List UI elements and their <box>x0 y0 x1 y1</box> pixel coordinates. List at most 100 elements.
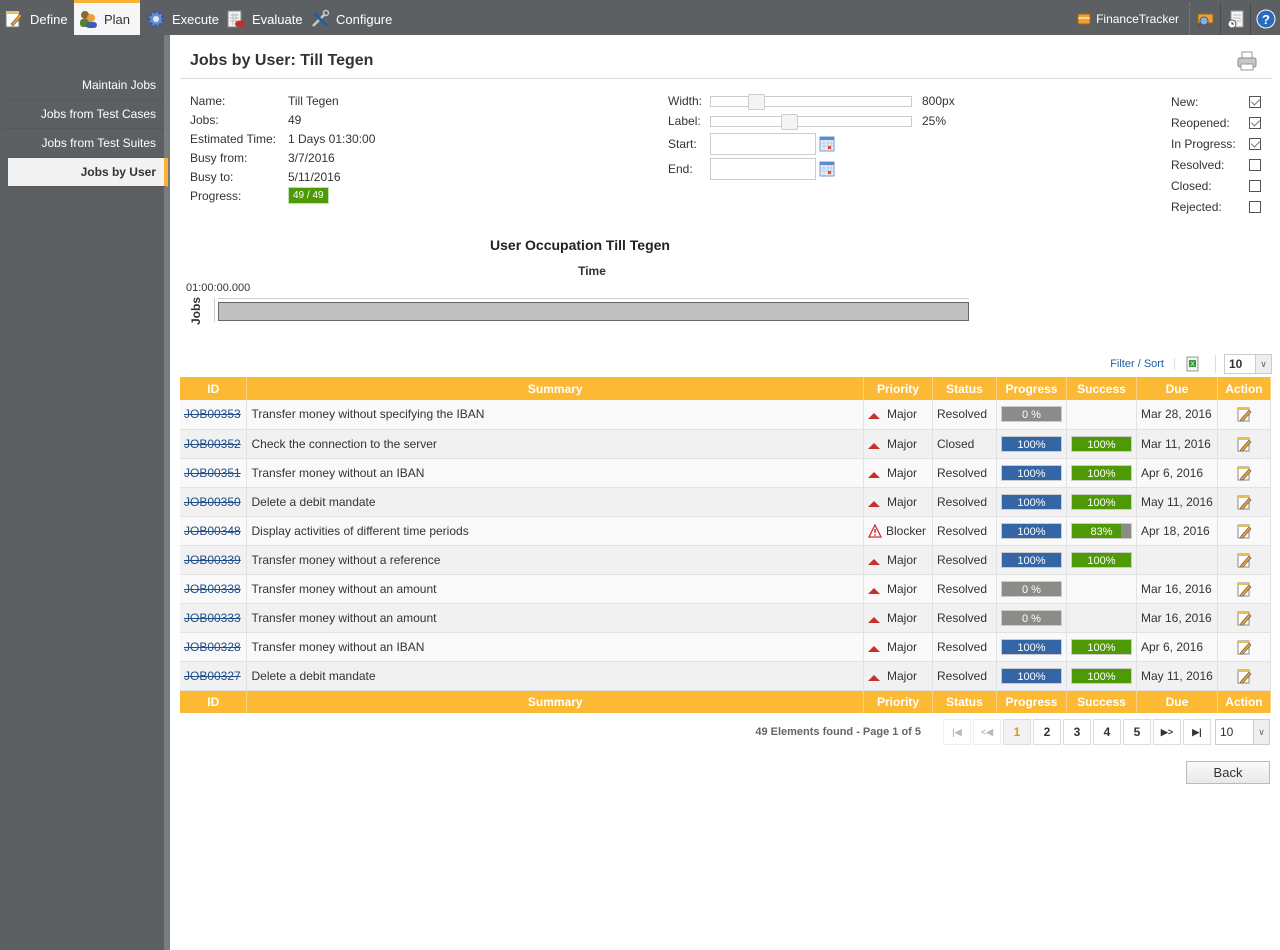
page-title: Jobs by User: Till Tegen <box>190 52 374 69</box>
cell-due: Mar 16, 2016 <box>1136 574 1218 604</box>
print-icon[interactable] <box>1236 50 1258 72</box>
job-id-link[interactable]: JOB00348 <box>184 524 241 538</box>
filter-checkbox[interactable] <box>1249 137 1261 150</box>
job-id-link[interactable]: JOB00338 <box>184 582 241 596</box>
cell-status: Resolved <box>932 545 997 575</box>
edit-icon[interactable] <box>1236 436 1252 452</box>
tab-configure[interactable]: Configure <box>306 3 398 35</box>
project-selector[interactable]: FinanceTracker <box>1067 3 1190 35</box>
cell-summary: Transfer money without an amount <box>246 603 864 633</box>
filter-checkbox[interactable] <box>1249 200 1261 213</box>
cell-success <box>1066 400 1137 430</box>
table-row: JOB00348 Display activities of different … <box>180 516 1272 546</box>
next-page-button[interactable]: ▶> <box>1153 719 1181 745</box>
column-header-id[interactable]: ID <box>180 377 248 400</box>
page-button-2[interactable]: 2 <box>1033 719 1061 745</box>
edit-icon[interactable] <box>1236 406 1252 422</box>
back-button[interactable]: Back <box>1186 761 1270 784</box>
tab-plan[interactable]: Plan <box>74 0 140 35</box>
job-id-link[interactable]: JOB00350 <box>184 495 241 509</box>
tab-evaluate[interactable]: Evaluate <box>222 3 309 35</box>
tab-define[interactable]: Define <box>0 3 74 35</box>
column-footer-summary[interactable]: Summary <box>246 690 864 713</box>
cell-status: Closed <box>932 429 997 459</box>
report-button[interactable] <box>1220 3 1250 35</box>
column-footer-success[interactable]: Success <box>1066 690 1137 713</box>
configure-tools-icon <box>312 9 330 28</box>
job-id-link[interactable]: JOB00328 <box>184 640 241 654</box>
last-page-button[interactable]: ▶| <box>1183 719 1211 745</box>
chart-controls: Width: 800px Label: 25% Start: End: <box>668 91 955 181</box>
page-button-1[interactable]: 1 <box>1003 719 1031 745</box>
chart-y-axis <box>214 298 215 322</box>
column-header-status[interactable]: Status <box>932 377 997 400</box>
width-slider-thumb[interactable] <box>747 93 765 110</box>
job-id-link[interactable]: JOB00351 <box>184 466 241 480</box>
edit-icon[interactable] <box>1236 494 1252 510</box>
column-footer-due[interactable]: Due <box>1136 690 1218 713</box>
column-footer-status[interactable]: Status <box>932 690 997 713</box>
column-footer-id[interactable]: ID <box>180 690 248 713</box>
edit-icon[interactable] <box>1236 668 1252 684</box>
page-button-3[interactable]: 3 <box>1063 719 1091 745</box>
priority-major-icon <box>868 413 880 420</box>
column-header-progress[interactable]: Progress <box>996 377 1067 400</box>
edit-icon[interactable] <box>1236 610 1252 626</box>
width-slider[interactable] <box>710 93 912 110</box>
prev-page-button[interactable]: <◀ <box>973 719 1001 745</box>
edit-icon[interactable] <box>1236 465 1252 481</box>
start-date-input[interactable] <box>710 132 816 155</box>
page-button-5[interactable]: 5 <box>1123 719 1151 745</box>
job-id-link[interactable]: JOB00353 <box>184 407 241 421</box>
page-size-select-top[interactable]: 10 ∨ <box>1224 354 1272 374</box>
column-footer-progress[interactable]: Progress <box>996 690 1067 713</box>
end-date-input[interactable] <box>710 157 816 180</box>
filter-checkbox[interactable] <box>1249 158 1261 171</box>
excel-export-icon[interactable]: X <box>1185 356 1201 372</box>
column-header-due[interactable]: Due <box>1136 377 1218 400</box>
sidebar-item-jobs-from-test-cases[interactable]: Jobs from Test Cases <box>4 100 164 129</box>
label-slider[interactable] <box>710 113 912 130</box>
sidebar-item-jobs-by-user[interactable]: Jobs by User <box>8 158 168 187</box>
filter-sort-link[interactable]: Filter / Sort <box>1110 358 1175 370</box>
priority-major-icon <box>868 442 880 449</box>
job-id-link[interactable]: JOB00333 <box>184 611 241 625</box>
project-search-button[interactable] <box>1190 3 1220 35</box>
cell-summary: Delete a debit mandate <box>246 661 864 691</box>
edit-icon[interactable] <box>1236 581 1252 597</box>
cell-progress: 100% <box>996 545 1067 575</box>
table-row: JOB00327 Delete a debit mandate Major Resol… <box>180 661 1272 691</box>
page-size-select-bottom[interactable]: 10 ∨ <box>1215 719 1270 745</box>
edit-icon[interactable] <box>1236 552 1252 568</box>
job-id-link[interactable]: JOB00327 <box>184 669 241 683</box>
calendar-icon[interactable] <box>819 136 835 152</box>
priority-label: Blocker <box>886 523 927 538</box>
tab-label: Plan <box>104 11 131 27</box>
filter-reopened: Reopened: <box>1171 112 1261 133</box>
cell-summary: Transfer money without a reference <box>246 545 864 575</box>
column-footer-priority[interactable]: Priority <box>863 690 933 713</box>
first-page-button[interactable]: |◀ <box>943 719 971 745</box>
filter-checkbox[interactable] <box>1249 116 1261 129</box>
edit-icon[interactable] <box>1236 639 1252 655</box>
column-header-summary[interactable]: Summary <box>246 377 864 400</box>
cell-due: May 11, 2016 <box>1136 661 1218 691</box>
sidebar-item-jobs-from-test-suites[interactable]: Jobs from Test Suites <box>4 129 164 158</box>
table-toolbar: Filter / Sort X 10 ∨ <box>1110 354 1272 374</box>
column-header-priority[interactable]: Priority <box>863 377 933 400</box>
page-button-4[interactable]: 4 <box>1093 719 1121 745</box>
job-id-link[interactable]: JOB00352 <box>184 437 241 451</box>
tab-execute[interactable]: Execute <box>142 3 225 35</box>
filter-checkbox[interactable] <box>1249 95 1261 108</box>
sidebar-item-label: Maintain Jobs <box>81 78 156 92</box>
help-button[interactable]: ? <box>1250 3 1280 35</box>
column-footer-action[interactable]: Action <box>1217 690 1272 713</box>
edit-icon[interactable] <box>1236 523 1252 539</box>
label-slider-thumb[interactable] <box>780 113 798 130</box>
column-header-action[interactable]: Action <box>1217 377 1272 400</box>
filter-checkbox[interactable] <box>1249 179 1261 192</box>
calendar-icon[interactable] <box>819 161 835 177</box>
job-id-link[interactable]: JOB00339 <box>184 553 241 567</box>
sidebar-item-maintain-jobs[interactable]: Maintain Jobs <box>4 71 164 100</box>
column-header-success[interactable]: Success <box>1066 377 1137 400</box>
